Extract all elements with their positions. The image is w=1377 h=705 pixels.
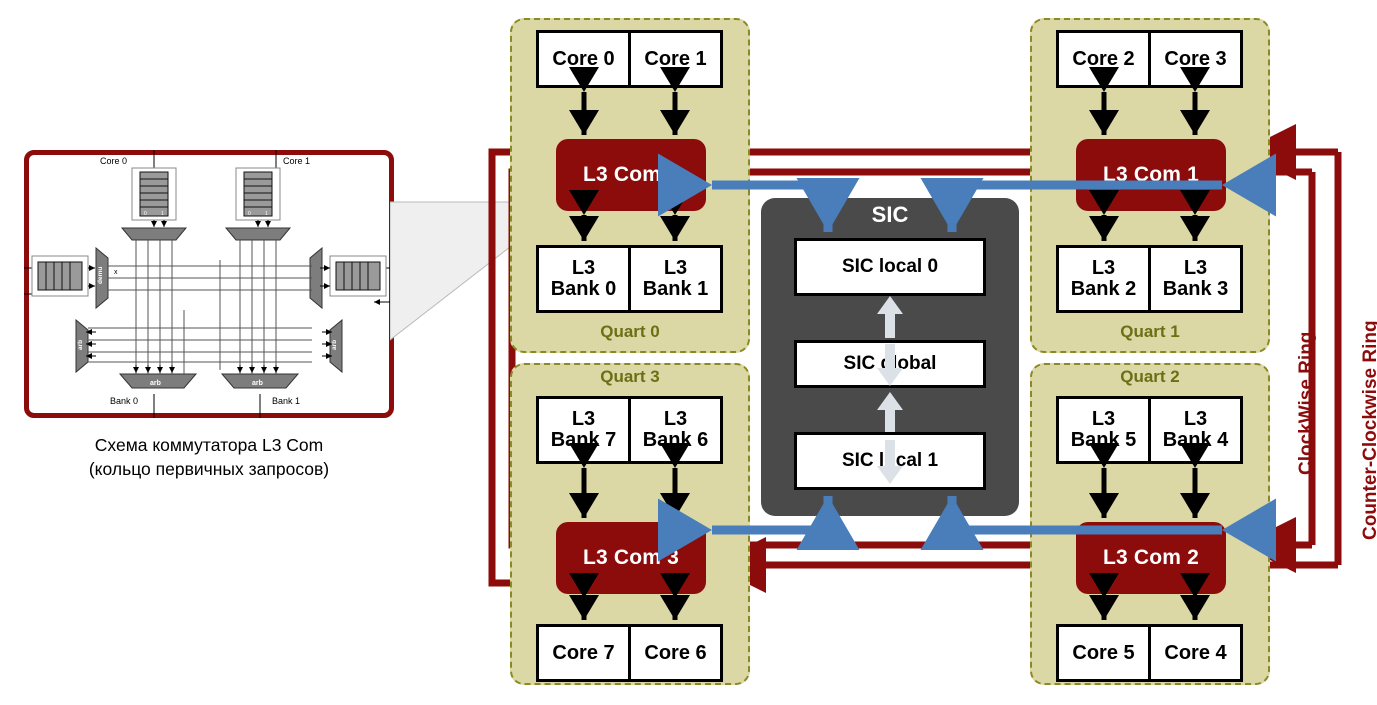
l3-bank-4-line2: Bank 4	[1162, 429, 1229, 451]
core-6-label: Core 6	[644, 641, 707, 664]
l3-bank-0-line1: L3	[571, 257, 596, 279]
l3-bank-1-line1: L3	[663, 257, 688, 279]
sic-internal-links	[877, 296, 903, 484]
core-3-box[interactable]: Core 3	[1148, 30, 1243, 88]
ring-label-counter-clockwise: Counter-Clockwise Ring	[1360, 320, 1377, 540]
l3-bank-6-line2: Bank 6	[642, 429, 709, 451]
l3-com-1-label: L3 Com 1	[1102, 163, 1200, 186]
l3-bank-3-line1: L3	[1183, 257, 1208, 279]
core-7-label: Core 7	[552, 641, 615, 664]
sic-title: SIC	[871, 202, 909, 227]
quart-3-label: Quart 3	[600, 367, 660, 386]
core-7-box[interactable]: Core 7	[536, 624, 631, 682]
quart-0-label: Quart 0	[600, 322, 660, 341]
l3-bank-5-box[interactable]: L3 Bank 5	[1056, 396, 1151, 464]
l3-com-2-label: L3 Com 2	[1102, 546, 1200, 569]
core-6-box[interactable]: Core 6	[628, 624, 723, 682]
l3-bank-3-box[interactable]: L3 Bank 3	[1148, 245, 1243, 313]
l3-bank-4-line1: L3	[1183, 408, 1208, 430]
core-5-box[interactable]: Core 5	[1056, 624, 1151, 682]
l3-bank-2-box[interactable]: L3 Bank 2	[1056, 245, 1151, 313]
diagram-canvas: 0 1 0 1 demu arb arb arb arb x Core 0 Co…	[0, 0, 1377, 705]
l3-bank-2-line2: Bank 2	[1070, 278, 1137, 300]
l3-bank-5-line1: L3	[1091, 408, 1116, 430]
l3-bank-7-box[interactable]: L3 Bank 7	[536, 396, 631, 464]
l3-com-1-block[interactable]: L3 Com 1	[1076, 139, 1226, 211]
l3-bank-5-line2: Bank 5	[1070, 429, 1137, 451]
l3-bank-6-box[interactable]: L3 Bank 6	[628, 396, 723, 464]
l3-bank-0-box[interactable]: L3 Bank 0	[536, 245, 631, 313]
l3-com-3-label: L3 Com 3	[582, 546, 680, 569]
core-3-label: Core 3	[1164, 47, 1227, 70]
l3-com-2-block[interactable]: L3 Com 2	[1076, 522, 1226, 594]
l3-bank-2-line1: L3	[1091, 257, 1116, 279]
core-2-box[interactable]: Core 2	[1056, 30, 1151, 88]
core-4-label: Core 4	[1164, 641, 1227, 664]
l3-com-0-block[interactable]: L3 Com 0	[556, 139, 706, 211]
core-0-label: Core 0	[552, 47, 615, 70]
sic-local-0-label: SIC local 0	[841, 256, 939, 277]
l3-bank-3-line2: Bank 3	[1162, 278, 1229, 300]
l3-bank-7-line1: L3	[571, 408, 596, 430]
ring-label-clockwise: ClockWise Ring	[1296, 331, 1317, 475]
core-1-label: Core 1	[644, 47, 707, 70]
l3-bank-4-box[interactable]: L3 Bank 4	[1148, 396, 1243, 464]
core-1-box[interactable]: Core 1	[628, 30, 723, 88]
quart-1-label: Quart 1	[1120, 322, 1180, 341]
l3-bank-1-box[interactable]: L3 Bank 1	[628, 245, 723, 313]
core-5-label: Core 5	[1072, 641, 1135, 664]
quart-2-label: Quart 2	[1120, 367, 1180, 386]
l3-bank-6-line1: L3	[663, 408, 688, 430]
l3-bank-0-line2: Bank 0	[550, 278, 617, 300]
l3-bank-1-line2: Bank 1	[642, 278, 709, 300]
core-4-box[interactable]: Core 4	[1148, 624, 1243, 682]
l3-com-3-block[interactable]: L3 Com 3	[556, 522, 706, 594]
l3-com-0-label: L3 Com 0	[582, 163, 680, 186]
l3-bank-7-line2: Bank 7	[550, 429, 617, 451]
core-2-label: Core 2	[1072, 47, 1135, 70]
core-0-box[interactable]: Core 0	[536, 30, 631, 88]
sic-local-0-box[interactable]: SIC local 0	[794, 238, 986, 296]
